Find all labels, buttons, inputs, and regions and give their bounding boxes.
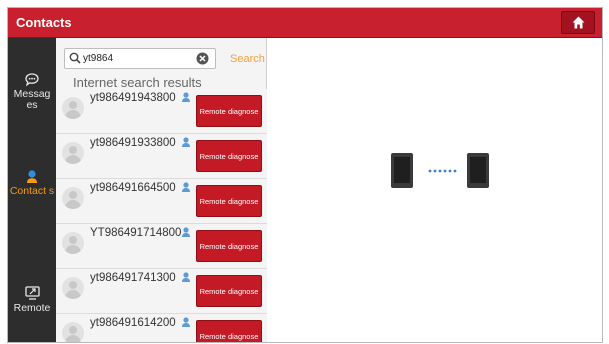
contact-row: yt986491614200 Remote diagnose <box>56 314 267 342</box>
contact-name: YT986491714800 <box>90 227 182 239</box>
chat-bubble-icon <box>25 73 39 86</box>
sidebar-item-remote[interactable]: Remote <box>8 286 56 314</box>
sidebar-item-contacts[interactable]: Contact s <box>8 170 56 197</box>
avatar <box>62 322 84 342</box>
app-window: Contacts Messag es Contact s Remote yt98… <box>7 7 603 343</box>
device-connection-icon <box>391 153 489 188</box>
user-icon <box>182 92 190 102</box>
search-button[interactable]: Search <box>230 53 265 65</box>
remote-diagnose-button[interactable]: Remote diagnose <box>196 140 262 172</box>
user-icon <box>182 272 190 282</box>
remote-screen-icon <box>24 286 40 300</box>
home-icon <box>572 16 585 29</box>
contact-name: yt986491664500 <box>90 182 176 194</box>
detail-pane <box>268 38 602 342</box>
results-section-label: Internet search results <box>73 75 202 90</box>
remote-diagnose-button[interactable]: Remote diagnose <box>196 320 262 342</box>
sidebar-item-label: Contact s <box>9 185 55 197</box>
sidebar-item-label: Remote <box>13 302 51 314</box>
contact-name: yt986491933800 <box>90 137 176 149</box>
contact-name: yt986491614200 <box>90 317 176 329</box>
user-icon <box>182 317 190 327</box>
contact-row: yt986491741300 Remote diagnose <box>56 269 267 314</box>
sidebar-item-messages[interactable]: Messag es <box>8 73 56 111</box>
contact-row: yt986491933800 Remote diagnose <box>56 134 267 179</box>
user-icon <box>182 182 190 192</box>
sidebar-item-label: Messag es <box>13 88 51 111</box>
avatar <box>62 97 84 119</box>
contact-name: yt986491943800 <box>90 92 176 104</box>
avatar <box>62 142 84 164</box>
page-title: Contacts <box>16 15 72 30</box>
avatar <box>62 232 84 254</box>
remote-diagnose-button[interactable]: Remote diagnose <box>196 185 262 217</box>
search-input-value: yt9864 <box>83 53 114 64</box>
avatar <box>62 187 84 209</box>
person-icon <box>27 170 37 183</box>
remote-diagnose-button[interactable]: Remote diagnose <box>196 275 262 307</box>
search-icon <box>69 52 81 64</box>
contact-list-pane: yt9864 Search Internet search results yt… <box>56 38 267 342</box>
contact-row: yt986491943800 Remote diagnose <box>56 89 267 134</box>
user-icon <box>182 137 190 147</box>
search-input[interactable]: yt9864 <box>64 48 216 69</box>
user-icon <box>182 227 190 237</box>
contact-row: yt986491664500 Remote diagnose <box>56 179 267 224</box>
contact-row: YT986491714800 Remote diagnose <box>56 224 267 269</box>
avatar <box>62 277 84 299</box>
remote-diagnose-button[interactable]: Remote diagnose <box>196 230 262 262</box>
contact-name: yt986491741300 <box>90 272 176 284</box>
remote-diagnose-button[interactable]: Remote diagnose <box>196 95 262 127</box>
home-button[interactable] <box>561 11 595 34</box>
title-bar: Contacts <box>8 8 602 38</box>
clear-search-icon[interactable] <box>196 52 209 65</box>
sidebar: Messag es Contact s Remote <box>8 38 56 342</box>
